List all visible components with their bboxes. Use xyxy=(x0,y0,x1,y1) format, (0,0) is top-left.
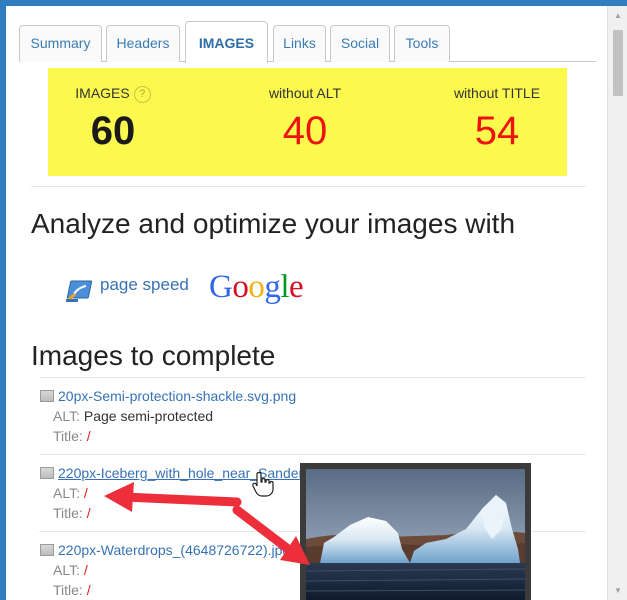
stat-without-title: without TITLE 54 xyxy=(442,83,552,153)
image-placeholder-icon xyxy=(40,467,54,479)
image-file-link[interactable]: 220px-Waterdrops_(4648726722).jpg xyxy=(58,542,290,558)
title-value: / xyxy=(86,428,91,444)
tab-links[interactable]: Links xyxy=(273,25,326,62)
google-letter: o xyxy=(232,269,249,305)
row-divider xyxy=(39,377,586,378)
google-logo[interactable]: Google xyxy=(209,269,304,306)
image-placeholder-icon xyxy=(40,390,54,402)
scroll-up-icon[interactable]: ▲ xyxy=(608,7,627,24)
title-value: / xyxy=(86,582,91,598)
vertical-scrollbar[interactable]: ▲ ▼ xyxy=(607,6,627,600)
alt-label: ALT: xyxy=(53,485,80,501)
image-preview-popup xyxy=(300,463,531,600)
stat-images-label: IMAGES xyxy=(75,85,130,101)
page-speed-logo-icon[interactable] xyxy=(66,280,94,302)
google-letter: g xyxy=(264,269,281,305)
tab-tools[interactable]: Tools xyxy=(394,25,450,62)
image-list-item: 20px-Semi-protection-shackle.svg.png ALT… xyxy=(40,386,580,446)
title-label: Title: xyxy=(53,428,83,444)
google-letter: e xyxy=(289,269,304,305)
alt-label: ALT: xyxy=(53,562,80,578)
analyze-heading: Analyze and optimize your images with xyxy=(31,208,516,239)
tab-images[interactable]: IMAGES xyxy=(185,21,268,63)
image-stats-box: IMAGES? 60 without ALT 40 without TITLE … xyxy=(48,68,567,176)
title-label: Title: xyxy=(53,505,83,521)
google-letter: G xyxy=(209,269,233,305)
stat-images: IMAGES? 60 xyxy=(58,83,168,153)
images-to-complete-heading: Images to complete xyxy=(31,340,276,371)
alt-value: / xyxy=(83,562,88,578)
google-letter: o xyxy=(248,269,265,305)
page-speed-link[interactable]: page speed xyxy=(100,275,189,295)
divider xyxy=(31,186,586,187)
alt-label: ALT: xyxy=(53,408,80,424)
alt-value: / xyxy=(83,485,88,501)
stat-without-alt: without ALT 40 xyxy=(245,83,365,153)
stat-without-title-label: without TITLE xyxy=(453,85,541,101)
tab-summary[interactable]: Summary xyxy=(19,25,102,62)
help-circle-icon[interactable]: ? xyxy=(133,85,151,103)
scrollbar-thumb[interactable] xyxy=(613,30,623,96)
tab-bar: Summary Headers IMAGES Links Social Tool… xyxy=(19,21,596,63)
tab-social[interactable]: Social xyxy=(330,25,390,62)
title-value: / xyxy=(86,505,91,521)
title-label: Title: xyxy=(53,582,83,598)
image-file-link[interactable]: 20px-Semi-protection-shackle.svg.png xyxy=(58,388,296,404)
stat-without-alt-value: 40 xyxy=(282,109,328,153)
row-divider xyxy=(39,454,586,455)
alt-value: Page semi-protected xyxy=(83,408,214,424)
google-letter: l xyxy=(280,269,290,305)
stat-without-title-value: 54 xyxy=(474,109,520,153)
stat-images-value: 60 xyxy=(90,109,136,153)
stat-without-alt-label: without ALT xyxy=(268,85,342,101)
image-placeholder-icon xyxy=(40,544,54,556)
iceberg-preview-image xyxy=(306,469,525,600)
scroll-down-icon[interactable]: ▼ xyxy=(608,582,627,599)
tab-headers[interactable]: Headers xyxy=(106,25,180,62)
